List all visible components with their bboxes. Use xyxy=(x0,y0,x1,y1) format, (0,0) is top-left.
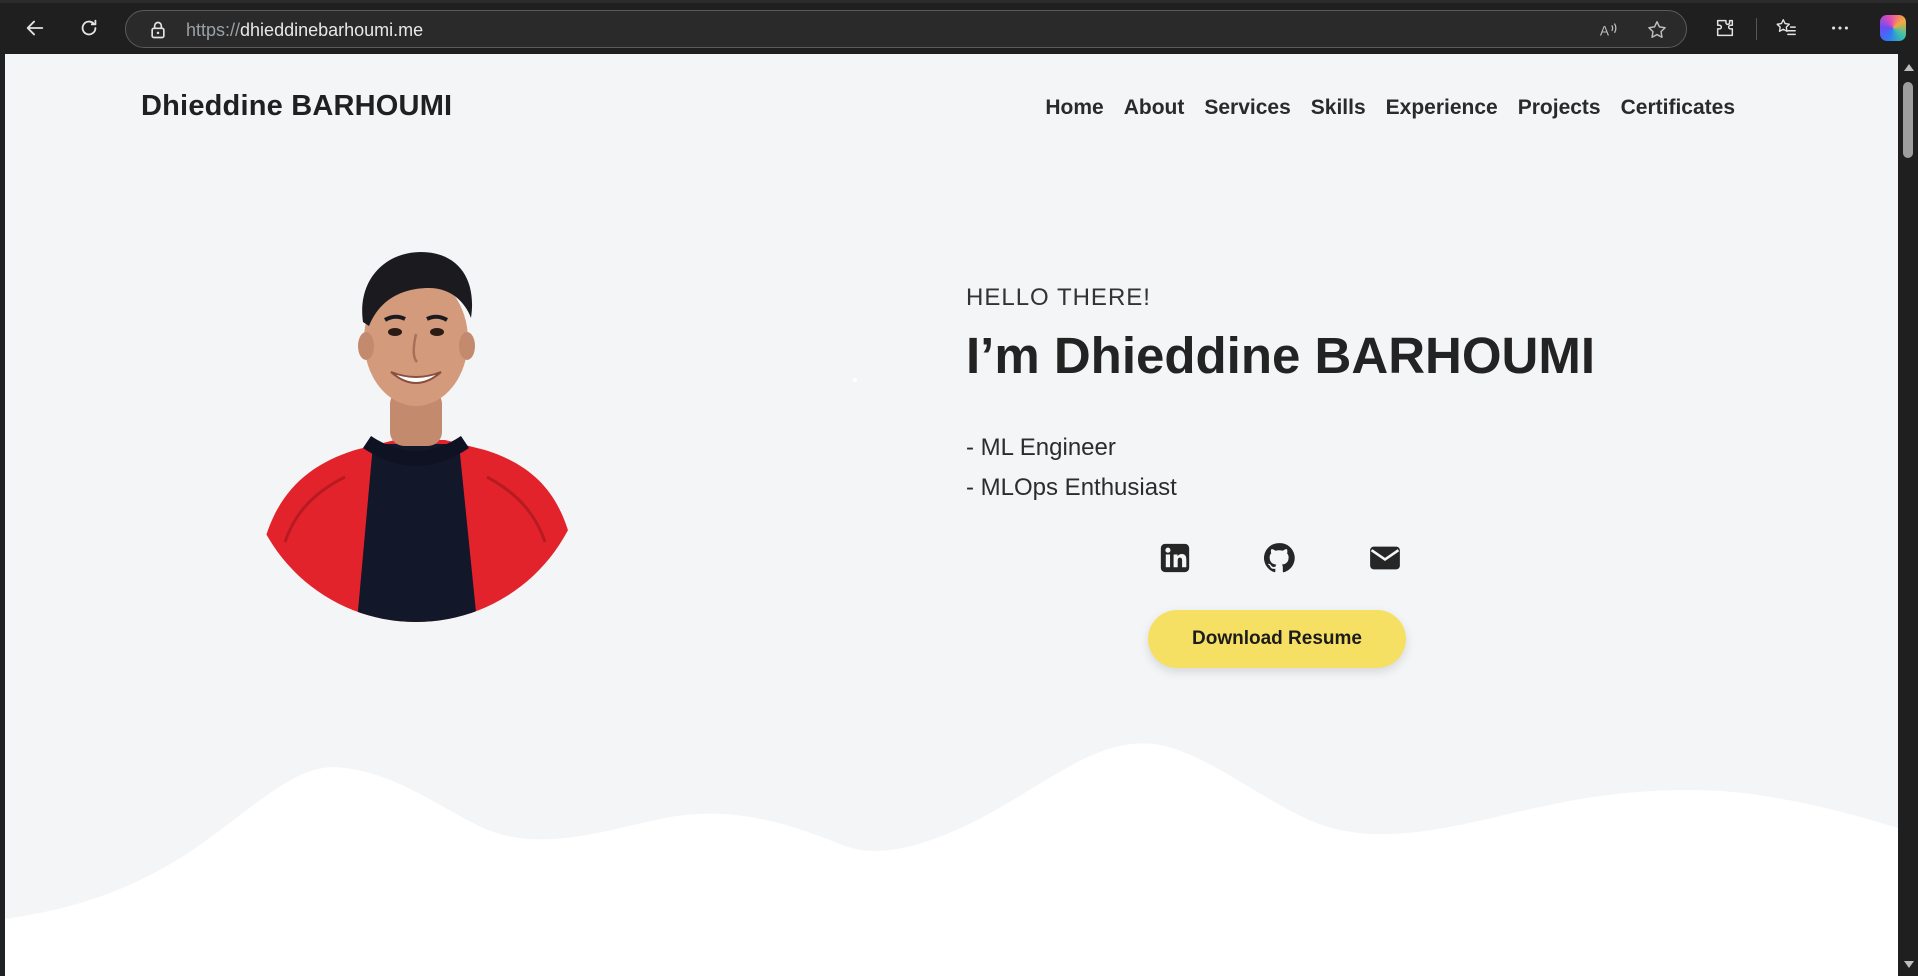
read-aloud-icon[interactable]: A xyxy=(1598,19,1620,41)
more-menu-button[interactable] xyxy=(1825,13,1855,43)
page-scrollbar[interactable] xyxy=(1898,54,1918,976)
scroll-down-arrow-icon[interactable] xyxy=(1904,961,1914,968)
address-bar[interactable]: https://dhieddinebarhoumi.me A xyxy=(125,10,1687,48)
scroll-thumb[interactable] xyxy=(1903,82,1913,158)
nav-projects[interactable]: Projects xyxy=(1518,96,1601,120)
role-mlops: - MLOps Enthusiast xyxy=(966,474,1177,501)
toolbar-separator xyxy=(1756,18,1757,40)
back-arrow-icon xyxy=(26,20,44,36)
hero-title: I’m Dhieddine BARHOUMI xyxy=(966,327,1596,384)
nav-services[interactable]: Services xyxy=(1204,96,1290,120)
nav-about[interactable]: About xyxy=(1124,96,1185,120)
favorites-list-icon xyxy=(1776,19,1796,36)
download-resume-button[interactable]: Download Resume xyxy=(1148,610,1406,668)
profile-photo xyxy=(245,252,587,623)
role-ml-engineer: - ML Engineer xyxy=(966,434,1116,461)
svg-text:A: A xyxy=(1600,24,1610,39)
site-logo[interactable]: Dhieddine BARHOUMI xyxy=(141,90,452,123)
nav-experience[interactable]: Experience xyxy=(1386,96,1498,120)
lock-icon xyxy=(151,21,165,39)
reload-icon xyxy=(81,19,97,36)
more-dots-icon xyxy=(1832,26,1848,30)
decorative-wave xyxy=(5,743,1898,976)
back-button[interactable] xyxy=(20,13,50,43)
nav-home[interactable]: Home xyxy=(1045,96,1103,120)
nav-certificates[interactable]: Certificates xyxy=(1621,96,1735,120)
puzzle-icon xyxy=(1716,19,1734,37)
favorite-star-icon[interactable] xyxy=(1646,19,1668,41)
email-icon[interactable] xyxy=(1368,541,1402,575)
hero-greeting: HELLO THERE! xyxy=(966,284,1151,311)
favorites-button[interactable] xyxy=(1771,13,1801,43)
copilot-icon[interactable] xyxy=(1880,15,1906,41)
url-host: dhieddinebarhoumi.me xyxy=(240,20,424,40)
linkedin-icon[interactable] xyxy=(1158,541,1192,575)
url-protocol: https:// xyxy=(186,20,241,40)
url-text: https://dhieddinebarhoumi.me xyxy=(186,20,423,41)
github-icon[interactable] xyxy=(1262,541,1296,575)
extensions-button[interactable] xyxy=(1710,13,1740,43)
decorative-dot xyxy=(853,378,857,382)
nav-skills[interactable]: Skills xyxy=(1311,96,1366,120)
reload-button[interactable] xyxy=(74,13,104,43)
main-nav: Home About Services Skills Experience Pr… xyxy=(1045,96,1735,120)
tab-strip xyxy=(0,0,1918,3)
browser-toolbar: https://dhieddinebarhoumi.me A xyxy=(0,0,1918,54)
page-viewport: Dhieddine BARHOUMI Home About Services S… xyxy=(5,54,1898,976)
scroll-up-arrow-icon[interactable] xyxy=(1904,64,1914,71)
